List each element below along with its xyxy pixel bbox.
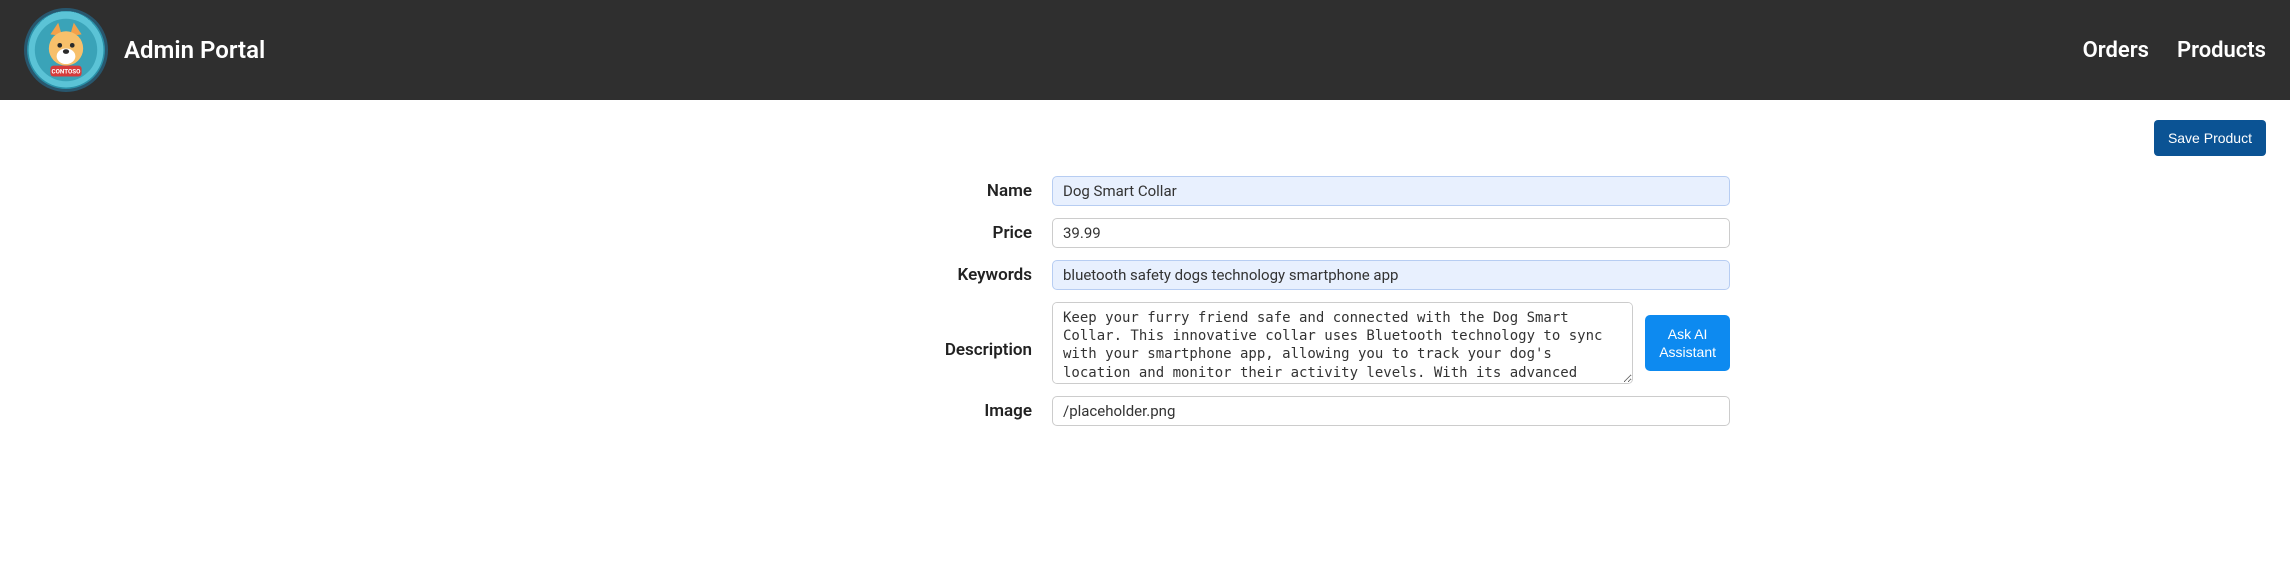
app-title: Admin Portal bbox=[124, 36, 265, 64]
row-description: Description Ask AI Assistant bbox=[560, 302, 1730, 384]
app-header: CONTOSO Admin Portal Orders Products bbox=[0, 0, 2290, 100]
input-keywords[interactable] bbox=[1052, 260, 1730, 290]
primary-nav: Orders Products bbox=[2083, 38, 2266, 63]
label-keywords: Keywords bbox=[560, 265, 1040, 285]
label-price: Price bbox=[560, 223, 1040, 243]
label-image: Image bbox=[560, 401, 1040, 421]
label-name: Name bbox=[560, 181, 1040, 201]
nav-orders[interactable]: Orders bbox=[2083, 38, 2149, 63]
brand-logo: CONTOSO bbox=[24, 8, 108, 92]
header-left: CONTOSO Admin Portal bbox=[24, 8, 265, 92]
label-description: Description bbox=[560, 302, 1040, 360]
product-form: Name Price Keywords Description Ask AI A… bbox=[560, 176, 1730, 426]
row-name: Name bbox=[560, 176, 1730, 206]
row-keywords: Keywords bbox=[560, 260, 1730, 290]
input-price[interactable] bbox=[1052, 218, 1730, 248]
nav-products[interactable]: Products bbox=[2177, 38, 2266, 63]
textarea-description[interactable] bbox=[1052, 302, 1633, 384]
page-content: Save Product Name Price Keywords Descrip… bbox=[0, 100, 2290, 478]
ask-ai-assistant-button[interactable]: Ask AI Assistant bbox=[1645, 315, 1730, 371]
row-price: Price bbox=[560, 218, 1730, 248]
save-product-button[interactable]: Save Product bbox=[2154, 120, 2266, 156]
input-name[interactable] bbox=[1052, 176, 1730, 206]
input-image[interactable] bbox=[1052, 396, 1730, 426]
row-image: Image bbox=[560, 396, 1730, 426]
page-toolbar: Save Product bbox=[24, 120, 2266, 156]
svg-text:CONTOSO: CONTOSO bbox=[52, 67, 82, 75]
